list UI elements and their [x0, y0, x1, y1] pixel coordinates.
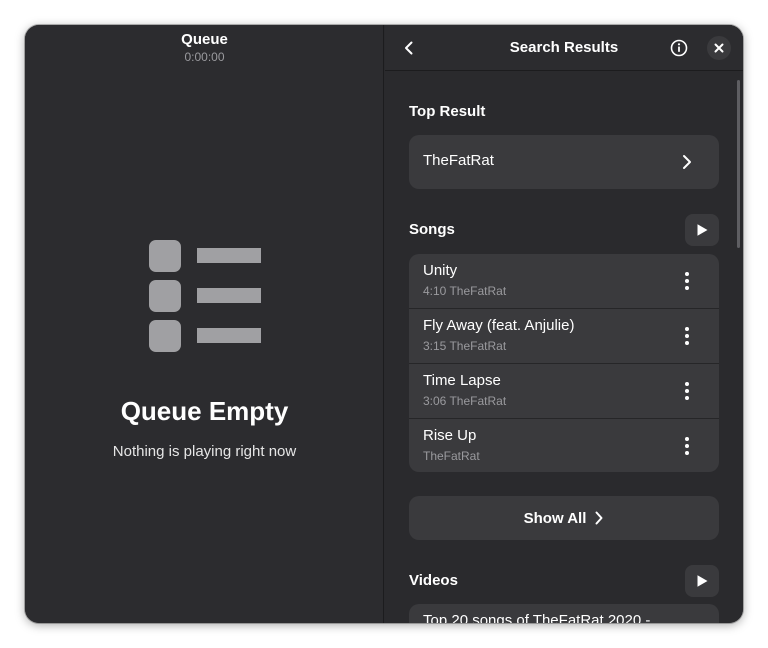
- queue-pane: Queue 0:00:00 Queue Empty Nothing is pla…: [25, 25, 384, 623]
- chevron-right-icon: [677, 152, 697, 172]
- video-title: Top 20 songs of TheFatRat 2020 -: [423, 612, 651, 623]
- song-meta: 4:10 TheFatRat: [423, 284, 507, 298]
- song-title: Unity: [423, 262, 458, 279]
- app-window: Queue 0:00:00 Queue Empty Nothing is pla…: [25, 25, 743, 623]
- list-item[interactable]: Fly Away (feat. Anjulie) 3:15 TheFatRat: [409, 309, 719, 364]
- play-icon: [697, 224, 708, 236]
- info-icon: [670, 39, 688, 57]
- list-item[interactable]: Top 20 songs of TheFatRat 2020 -: [409, 604, 719, 623]
- close-button[interactable]: [707, 36, 731, 60]
- songs-heading: Songs: [409, 221, 455, 238]
- play-videos-button[interactable]: [685, 565, 719, 597]
- queue-title: Queue: [181, 31, 228, 48]
- top-result-heading: Top Result: [409, 103, 486, 120]
- show-all-label: Show All: [523, 509, 587, 527]
- queue-empty-title: Queue Empty: [120, 396, 289, 426]
- more-options-icon[interactable]: [677, 380, 697, 402]
- song-meta: 3:06 TheFatRat: [423, 394, 507, 408]
- more-options-icon[interactable]: [677, 435, 697, 457]
- songs-list: Unity 4:10 TheFatRat Fly Away (feat. Anj…: [409, 254, 719, 472]
- list-item[interactable]: Rise Up TheFatRat: [409, 419, 719, 472]
- chevron-right-icon: [595, 511, 603, 525]
- videos-heading: Videos: [409, 572, 458, 589]
- play-songs-button[interactable]: [685, 214, 719, 246]
- more-options-icon[interactable]: [677, 325, 697, 347]
- show-all-button[interactable]: Show All: [409, 496, 719, 540]
- close-icon: [714, 43, 724, 53]
- list-item[interactable]: Time Lapse 3:06 TheFatRat: [409, 364, 719, 419]
- queue-duration: 0:00:00: [184, 50, 225, 64]
- info-button[interactable]: [667, 36, 691, 60]
- song-title: Rise Up: [423, 427, 477, 444]
- song-meta: TheFatRat: [423, 449, 480, 463]
- scrollbar[interactable]: [737, 80, 740, 248]
- play-icon: [697, 575, 708, 587]
- song-meta: 3:15 TheFatRat: [423, 339, 507, 353]
- top-result-card[interactable]: TheFatRat: [409, 135, 719, 189]
- song-title: Fly Away (feat. Anjulie): [423, 317, 575, 334]
- queue-list-icon: [149, 240, 263, 352]
- more-options-icon[interactable]: [677, 270, 697, 292]
- queue-empty-subtitle: Nothing is playing right now: [112, 443, 297, 460]
- top-result-label: TheFatRat: [423, 152, 494, 169]
- song-title: Time Lapse: [423, 372, 501, 389]
- list-item[interactable]: Unity 4:10 TheFatRat: [409, 254, 719, 309]
- search-header: Search Results: [385, 25, 743, 71]
- search-results-pane: Search Results Top Result TheFatRat Song…: [385, 25, 743, 623]
